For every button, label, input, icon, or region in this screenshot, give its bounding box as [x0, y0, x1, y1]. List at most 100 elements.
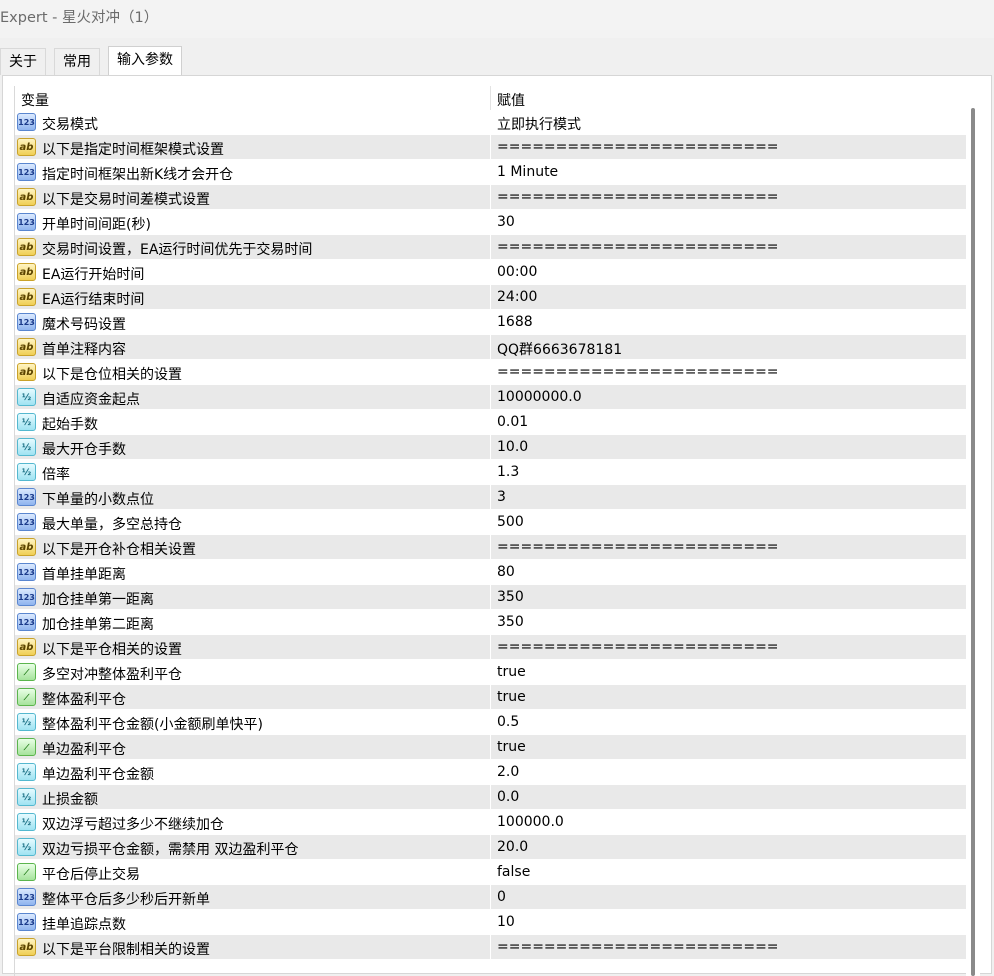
- parameter-value[interactable]: 100000.0: [497, 814, 564, 830]
- table-row[interactable]: 123 指定时间框架出新K线才会开仓 1 Minute: [15, 160, 967, 185]
- parameter-value[interactable]: ========================: [497, 239, 779, 255]
- parameter-name: 以下是交易时间差模式设置: [42, 192, 210, 208]
- table-row[interactable]: 123 挂单追踪点数 10: [15, 910, 967, 935]
- parameter-name: 指定时间框架出新K线才会开仓: [42, 167, 234, 183]
- parameter-value[interactable]: ========================: [497, 639, 779, 655]
- table-row[interactable]: ½ 双边浮亏超过多少不继续加仓 100000.0: [15, 810, 967, 835]
- parameter-value[interactable]: QQ群6663678181: [497, 339, 622, 359]
- tab-common[interactable]: 常用: [54, 48, 100, 75]
- table-row[interactable]: ⟋ 平仓后停止交易 false: [15, 860, 967, 885]
- parameter-name: 交易时间设置，EA运行时间优先于交易时间: [42, 242, 313, 258]
- parameter-value[interactable]: 10: [497, 914, 515, 930]
- table-row[interactable]: ab 以下是平台限制相关的设置 ========================: [15, 935, 967, 960]
- parameter-value[interactable]: true: [497, 689, 526, 705]
- parameter-value[interactable]: 1688: [497, 314, 533, 330]
- parameter-value[interactable]: 1 Minute: [497, 164, 558, 180]
- tab-inputs[interactable]: 输入参数: [108, 46, 182, 76]
- table-row[interactable]: ⟋ 整体盈利平仓 true: [15, 685, 967, 710]
- parameter-name: 交易模式: [42, 117, 98, 133]
- double-type-icon: ½: [17, 413, 36, 431]
- parameter-value[interactable]: 10000000.0: [497, 389, 582, 405]
- parameter-value[interactable]: 350: [497, 614, 524, 630]
- parameter-value[interactable]: 0.0: [497, 789, 519, 805]
- integer-type-icon: 123: [17, 488, 36, 506]
- table-row[interactable]: 123 整体平仓后多少秒后开新单 0: [15, 885, 967, 910]
- table-row[interactable]: 123 加仓挂单第二距离 350: [15, 610, 967, 635]
- double-type-icon: ½: [17, 388, 36, 406]
- table-row[interactable]: ½ 自适应资金起点 10000000.0: [15, 385, 967, 410]
- parameter-value[interactable]: 00:00: [497, 264, 537, 280]
- parameter-name: 以下是平仓相关的设置: [42, 642, 182, 658]
- table-row[interactable]: ab 以下是平仓相关的设置 ========================: [15, 635, 967, 660]
- tab-about[interactable]: 关于: [0, 48, 46, 75]
- parameter-name: 整体盈利平仓金额(小金额刷单快平): [42, 717, 263, 733]
- tab-about-label: 关于: [9, 54, 37, 70]
- parameter-value[interactable]: 1.3: [497, 464, 519, 480]
- header-variable[interactable]: 变量: [21, 90, 49, 110]
- parameter-value[interactable]: true: [497, 739, 526, 755]
- table-row[interactable]: 123 交易模式 立即执行模式: [15, 110, 967, 135]
- parameter-value[interactable]: false: [497, 864, 530, 880]
- parameter-value[interactable]: 30: [497, 214, 515, 230]
- table-row[interactable]: ½ 整体盈利平仓金额(小金额刷单快平) 0.5: [15, 710, 967, 735]
- table-row[interactable]: ½ 双边亏损平仓金额，需禁用 双边盈利平仓 20.0: [15, 835, 967, 860]
- table-row[interactable]: 123 加仓挂单第一距离 350: [15, 585, 967, 610]
- parameter-value[interactable]: 立即执行模式: [497, 114, 581, 134]
- table-row[interactable]: ab EA运行开始时间 00:00: [15, 260, 967, 285]
- parameter-value[interactable]: 0.5: [497, 714, 519, 730]
- inputs-panel: 变量 赋值 123 交易模式 立即执行模式 ab 以下是指定时间框架模式设置 ======…: [2, 75, 992, 976]
- parameter-value[interactable]: 3: [497, 489, 506, 505]
- table-row[interactable]: ab 以下是指定时间框架模式设置 ========================: [15, 135, 967, 160]
- parameter-value[interactable]: true: [497, 664, 526, 680]
- header-value[interactable]: 赋值: [497, 90, 525, 110]
- table-row[interactable]: ½ 最大开仓手数 10.0: [15, 435, 967, 460]
- table-row[interactable]: 123 最大单量，多空总持仓 500: [15, 510, 967, 535]
- parameter-value[interactable]: ========================: [497, 139, 779, 155]
- string-type-icon: ab: [17, 538, 36, 556]
- parameter-value[interactable]: ========================: [497, 364, 779, 380]
- table-row[interactable]: 123 首单挂单距离 80: [15, 560, 967, 585]
- parameter-value[interactable]: 500: [497, 514, 524, 530]
- table-row[interactable]: ½ 止损金额 0.0: [15, 785, 967, 810]
- integer-type-icon: 123: [17, 213, 36, 231]
- table-row[interactable]: ab 以下是仓位相关的设置 ========================: [15, 360, 967, 385]
- parameter-name: 以下是指定时间框架模式设置: [42, 142, 224, 158]
- table-row[interactable]: ½ 单边盈利平仓金额 2.0: [15, 760, 967, 785]
- parameter-value[interactable]: 2.0: [497, 764, 519, 780]
- parameter-value[interactable]: ========================: [497, 939, 779, 955]
- parameter-value[interactable]: 0.01: [497, 414, 528, 430]
- table-row[interactable]: ab 以下是交易时间差模式设置 ========================: [15, 185, 967, 210]
- table-row[interactable]: ab 交易时间设置，EA运行时间优先于交易时间 ==================…: [15, 235, 967, 260]
- table-row[interactable]: ab 以下是开仓补仓相关设置 ========================: [15, 535, 967, 560]
- boolean-type-icon: ⟋: [17, 738, 36, 756]
- table-row[interactable]: ⟋ 多空对冲整体盈利平仓 true: [15, 660, 967, 685]
- table-row[interactable]: ½ 起始手数 0.01: [15, 410, 967, 435]
- parameter-value[interactable]: 10.0: [497, 439, 528, 455]
- table-row[interactable]: 123 下单量的小数点位 3: [15, 485, 967, 510]
- parameter-name: 最大单量，多空总持仓: [42, 517, 182, 533]
- parameter-value[interactable]: 24:00: [497, 289, 537, 305]
- parameter-name: 倍率: [42, 467, 70, 483]
- parameter-value[interactable]: 350: [497, 589, 524, 605]
- vertical-scrollbar[interactable]: [966, 86, 980, 976]
- parameter-value[interactable]: 20.0: [497, 839, 528, 855]
- boolean-type-icon: ⟋: [17, 663, 36, 681]
- parameter-name: 首单注释内容: [42, 342, 126, 358]
- parameter-value[interactable]: ========================: [497, 189, 779, 205]
- window-titlebar: Expert - 星火对冲（1）: [0, 0, 994, 38]
- window-title: Expert - 星火对冲（1）: [0, 10, 159, 26]
- double-type-icon: ½: [17, 813, 36, 831]
- table-row[interactable]: 123 开单时间间距(秒) 30: [15, 210, 967, 235]
- table-row[interactable]: 123 魔术号码设置 1688: [15, 310, 967, 335]
- parameter-value[interactable]: 80: [497, 564, 515, 580]
- parameter-value[interactable]: ========================: [497, 539, 779, 555]
- double-type-icon: ½: [17, 788, 36, 806]
- table-row[interactable]: ab EA运行结束时间 24:00: [15, 285, 967, 310]
- parameter-value[interactable]: 0: [497, 889, 506, 905]
- table-row[interactable]: ⟋ 单边盈利平仓 true: [15, 735, 967, 760]
- table-row[interactable]: ½ 倍率 1.3: [15, 460, 967, 485]
- scrollbar-thumb[interactable]: [971, 108, 975, 976]
- parameter-name: 整体盈利平仓: [42, 692, 126, 708]
- table-row[interactable]: ab 首单注释内容 QQ群6663678181: [15, 335, 967, 360]
- parameter-name: 挂单追踪点数: [42, 917, 126, 933]
